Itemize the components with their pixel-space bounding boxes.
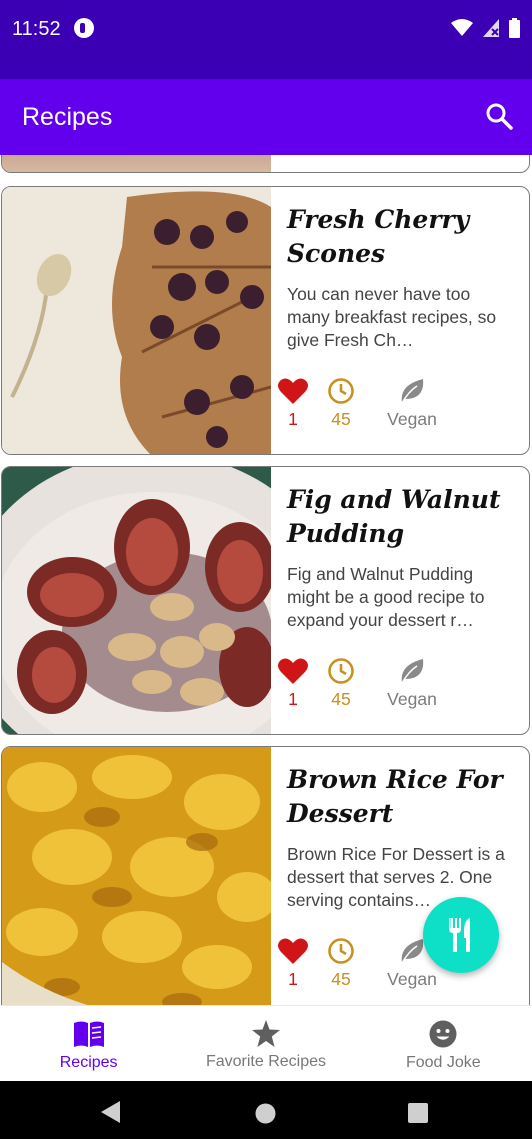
time-stat: 45: [326, 377, 356, 430]
leaf-icon: [401, 659, 424, 684]
diet-stat: Vegan: [382, 377, 442, 430]
restaurant-icon: [449, 918, 470, 952]
recents-icon[interactable]: [408, 1103, 428, 1123]
recipe-description: You can never have too many breakfast re…: [287, 284, 497, 350]
recipe-image: [2, 155, 271, 172]
diet-label: Vegan: [387, 969, 437, 989]
nav-item-recipes[interactable]: Recipes: [0, 1006, 177, 1081]
search-icon: [486, 103, 513, 130]
likes-count: 1: [288, 409, 298, 429]
likes-stat: 1: [278, 377, 308, 430]
status-icons: [451, 18, 520, 38]
system-navigation-bar: [0, 1081, 532, 1139]
time-minutes: 45: [331, 409, 351, 429]
heart-icon: [278, 938, 308, 964]
likes-stat: 1: [278, 937, 308, 990]
recipe-title: Fig and Walnut Pudding: [287, 485, 501, 548]
nav-label: Food Joke: [405, 1054, 481, 1071]
recipe-info: Fresh Cherry Scones You can never have t…: [278, 187, 513, 454]
rice-photo: [2, 747, 277, 1005]
bottom-navigation: Recipes Favorite Recipes Food Joke: [0, 1005, 532, 1081]
likes-stat: 1: [278, 657, 308, 710]
app-title: Recipes: [22, 103, 113, 131]
recipe-stats: 1 45 Vegan: [278, 937, 442, 990]
back-icon[interactable]: [100, 1101, 122, 1123]
time-minutes: 45: [331, 969, 351, 989]
recipe-image: [2, 747, 277, 1005]
clock-icon: [328, 938, 354, 964]
recipe-card-previous[interactable]: [1, 155, 530, 173]
nav-label: Favorite Recipes: [205, 1053, 327, 1070]
food-joke-fab[interactable]: [423, 897, 499, 973]
battery-icon: [509, 18, 520, 38]
clock-icon: [328, 378, 354, 404]
heart-icon: [278, 658, 308, 684]
scones-photo: [2, 187, 272, 454]
signal-icon: [483, 19, 499, 37]
likes-count: 1: [288, 689, 298, 709]
recipe-title: Fresh Cherry Scones: [287, 205, 470, 268]
recipe-info: Fig and Walnut Pudding Fig and Walnut Pu…: [278, 467, 513, 734]
time-minutes: 45: [331, 689, 351, 709]
time-stat: 45: [326, 937, 356, 990]
search-button[interactable]: [484, 101, 514, 131]
recipe-title: Brown Rice For Dessert: [287, 765, 503, 828]
pudding-photo: [2, 467, 342, 734]
data-saver-icon: [74, 18, 94, 38]
recipe-card[interactable]: Fresh Cherry Scones You can never have t…: [1, 186, 530, 455]
recipe-stats: 1 45 Vegan: [278, 657, 442, 710]
diet-stat: Vegan: [382, 657, 442, 710]
star-icon: [251, 1020, 280, 1047]
home-icon[interactable]: [255, 1103, 276, 1124]
recipe-image: [2, 467, 342, 734]
nav-item-favorite-recipes[interactable]: Favorite Recipes: [177, 1006, 354, 1081]
status-bar: 11:52: [0, 0, 532, 79]
recipe-image: [2, 187, 272, 454]
diet-label: Vegan: [387, 409, 437, 429]
heart-icon: [278, 378, 308, 404]
leaf-icon: [401, 379, 424, 404]
nav-item-food-joke[interactable]: Food Joke: [355, 1006, 532, 1081]
recipe-stats: 1 45 Vegan: [278, 377, 442, 430]
app-bar: Recipes: [0, 79, 532, 155]
diet-label: Vegan: [387, 689, 437, 709]
clock-icon: [328, 658, 354, 684]
leaf-icon: [401, 939, 424, 964]
smiley-icon: [429, 1020, 457, 1048]
nav-label: Recipes: [59, 1054, 118, 1071]
recipe-card[interactable]: Fig and Walnut Pudding Fig and Walnut Pu…: [1, 466, 530, 735]
wifi-icon: [451, 19, 473, 36]
recipe-description: Fig and Walnut Pudding might be a good r…: [287, 564, 485, 630]
time-stat: 45: [326, 657, 356, 710]
menu-book-icon: [73, 1021, 104, 1047]
status-time: 11:52: [12, 18, 61, 40]
recipe-list[interactable]: Fresh Cherry Scones You can never have t…: [0, 155, 532, 1005]
likes-count: 1: [288, 969, 298, 989]
